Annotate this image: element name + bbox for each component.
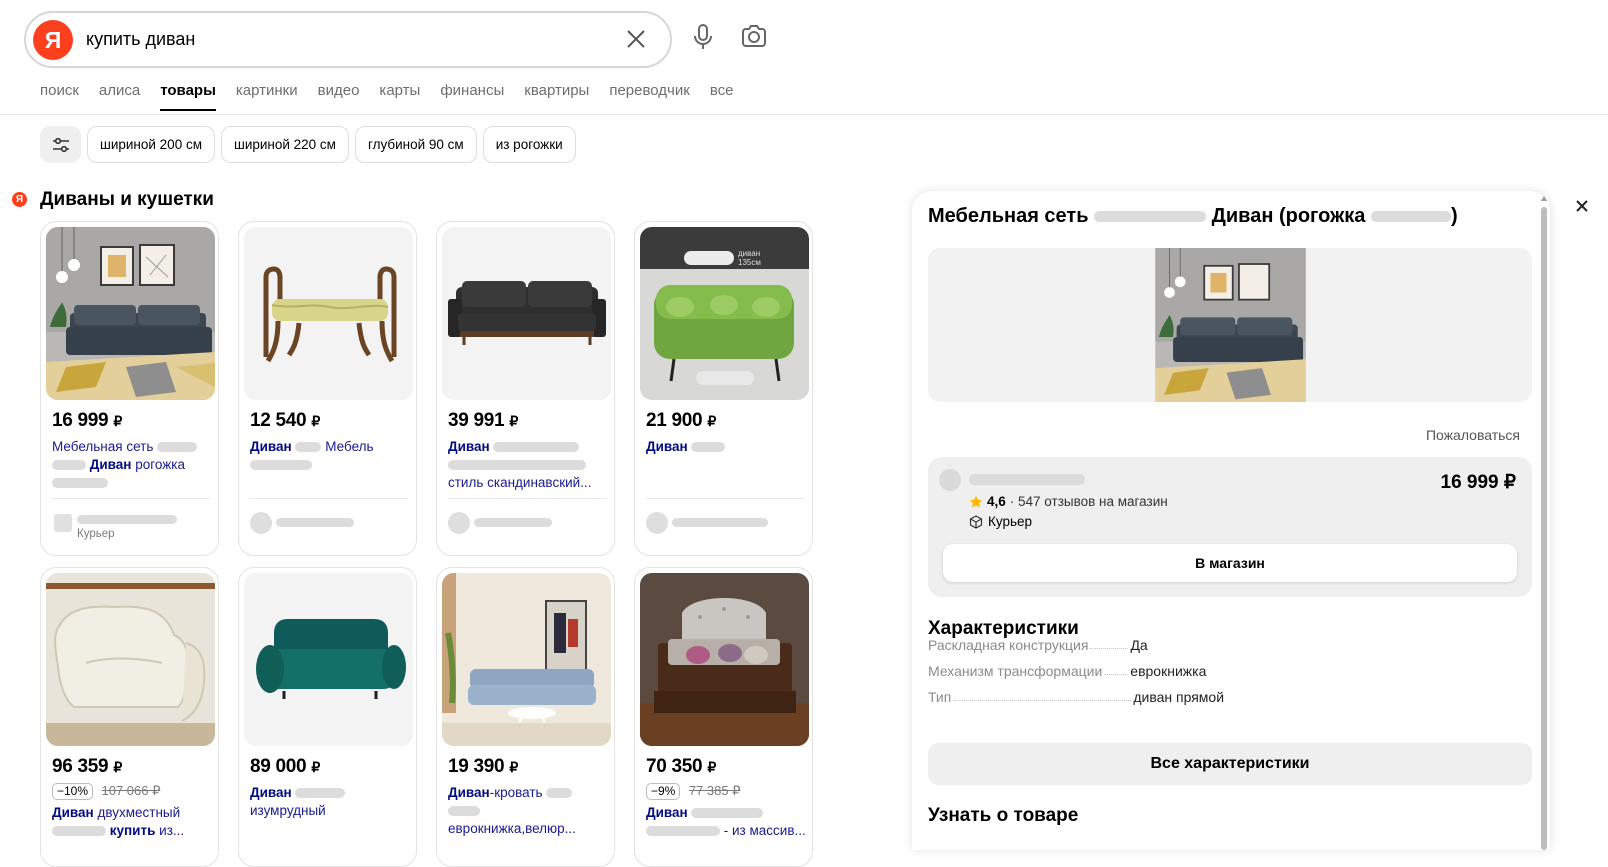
offer-price: 16 999 ₽ xyxy=(1440,472,1516,493)
yandex-mini-logo: Я xyxy=(12,192,27,207)
product-card[interactable]: 39 991 ₽ Диван стиль скандинавский... xyxy=(436,221,615,556)
product-image xyxy=(442,573,611,746)
tab-apartments[interactable]: квартиры xyxy=(524,82,589,111)
chip-width-220[interactable]: шириной 220 см xyxy=(220,126,349,163)
image-text: 135см xyxy=(738,258,761,267)
tab-goods[interactable]: товары xyxy=(160,82,216,111)
filters-button[interactable] xyxy=(40,126,81,163)
card-divider xyxy=(646,498,804,499)
product-image xyxy=(640,573,809,746)
product-price: 89 000 ₽ xyxy=(250,756,320,777)
delivery-info: Курьер xyxy=(969,514,1032,529)
complain-link[interactable]: Пожаловаться xyxy=(1426,427,1520,443)
filter-sliders-icon xyxy=(52,137,69,152)
product-card[interactable]: 96 359 ₽ −10% 107 066 ₽ Диван двухместны… xyxy=(40,567,219,867)
old-price: 77 385 ₽ xyxy=(688,783,741,798)
discount-badge: −9% xyxy=(646,783,681,800)
shop-info xyxy=(448,512,608,534)
product-image xyxy=(46,227,215,400)
tab-alisa[interactable]: алиса xyxy=(99,82,140,111)
product-title[interactable]: Диван двухместный купить из... xyxy=(52,804,217,840)
yandex-logo[interactable]: Я xyxy=(33,20,73,60)
tab-translator[interactable]: переводчик xyxy=(609,82,689,111)
close-icon xyxy=(1576,200,1588,212)
product-card[interactable]: 19 390 ₽ Диван-кровать еврокнижка,велюр.… xyxy=(436,567,615,867)
discount-row: −10% 107 066 ₽ xyxy=(52,782,160,800)
product-title[interactable]: Диван-кровать еврокнижка,велюр... xyxy=(448,784,613,838)
all-characteristics-button[interactable]: Все характеристики xyxy=(928,743,1532,785)
image-text: диван xyxy=(738,249,760,258)
product-card[interactable]: 16 999 ₽ Мебельная сеть Диван рогожка Ку… xyxy=(40,221,219,556)
search-input[interactable] xyxy=(86,29,556,50)
tab-finance[interactable]: финансы xyxy=(440,82,504,111)
camera-search-icon[interactable] xyxy=(739,22,769,52)
box-icon xyxy=(969,514,983,529)
shop-info xyxy=(646,512,806,534)
panel-title: Мебельная сеть Диван (рогожка ) xyxy=(928,205,1458,227)
offer-card: 16 999 ₽ 4,6 · 547 отзывов на магазин Кур… xyxy=(928,457,1532,597)
characteristic-row: Механизм трансформации еврокнижка xyxy=(928,663,1207,679)
discount-row: −9% 77 385 ₽ xyxy=(646,782,740,800)
product-title[interactable]: Диван изумрудный xyxy=(250,784,415,820)
product-title[interactable]: Диван xyxy=(646,438,811,456)
go-to-shop-button[interactable]: В магазин xyxy=(943,544,1517,582)
header-divider xyxy=(0,114,1608,115)
card-divider xyxy=(448,498,606,499)
star-icon xyxy=(969,495,983,507)
filter-chips: шириной 200 см шириной 220 см глубиной 9… xyxy=(40,126,576,163)
tab-images[interactable]: картинки xyxy=(236,82,298,111)
tab-video[interactable]: видео xyxy=(318,82,360,111)
product-image xyxy=(442,227,611,400)
shop-info: Курьер xyxy=(52,512,212,540)
chip-depth-90[interactable]: глубиной 90 см xyxy=(354,126,477,163)
microphone-icon[interactable] xyxy=(688,22,718,52)
shop-rating: 4,6 · 547 отзывов на магазин xyxy=(969,494,1168,509)
product-card[interactable]: 12 540 ₽ Диван Мебель xyxy=(238,221,417,556)
old-price: 107 066 ₽ xyxy=(101,783,161,798)
panel-product-image[interactable] xyxy=(928,248,1532,402)
product-price: 70 350 ₽ xyxy=(646,756,716,777)
tab-search[interactable]: поиск xyxy=(40,82,79,111)
clear-search-icon[interactable] xyxy=(624,27,648,51)
shop-info xyxy=(250,512,410,534)
product-image xyxy=(244,573,413,746)
chip-width-200[interactable]: шириной 200 см xyxy=(87,126,215,163)
product-price: 96 359 ₽ xyxy=(52,756,122,777)
product-card[interactable]: 89 000 ₽ Диван изумрудный xyxy=(238,567,417,867)
tab-maps[interactable]: карты xyxy=(379,82,420,111)
product-price: 16 999 ₽ xyxy=(52,410,122,431)
search-tabs: поиск алиса товары картинки видео карты … xyxy=(40,82,733,111)
card-divider xyxy=(250,498,408,499)
card-divider xyxy=(52,498,210,499)
discount-badge: −10% xyxy=(52,783,94,800)
product-detail-panel: Мебельная сеть Диван (рогожка ) Пожалова… xyxy=(912,191,1550,850)
panel-scrollbar[interactable] xyxy=(1540,191,1548,850)
product-price: 39 991 ₽ xyxy=(448,410,518,431)
product-image: диван 135см xyxy=(640,227,809,400)
shop-avatar xyxy=(939,469,961,491)
product-title[interactable]: Диван - из массив... xyxy=(646,804,811,840)
product-price: 12 540 ₽ xyxy=(250,410,320,431)
product-price: 21 900 ₽ xyxy=(646,410,716,431)
chip-burlap[interactable]: из рогожки xyxy=(482,126,576,163)
close-panel-button[interactable] xyxy=(1567,191,1597,221)
product-title[interactable]: Диван Мебель xyxy=(250,438,415,474)
product-price: 19 390 ₽ xyxy=(448,756,518,777)
product-card[interactable]: 70 350 ₽ −9% 77 385 ₽ Диван - из массив.… xyxy=(634,567,813,867)
section-title: Диваны и кушетки xyxy=(40,189,214,210)
characteristic-row: Раскладная конструкция Да xyxy=(928,637,1148,653)
product-image xyxy=(244,227,413,400)
characteristic-row: Тип диван прямой xyxy=(928,689,1225,705)
product-title[interactable]: Диван стиль скандинавский... xyxy=(448,438,613,492)
learn-about-product-title: Узнать о товаре xyxy=(928,805,1079,826)
product-image xyxy=(46,573,215,746)
search-bar[interactable]: Я xyxy=(24,11,672,68)
product-card[interactable]: диван 135см 21 900 ₽ Диван xyxy=(634,221,813,556)
product-title[interactable]: Мебельная сеть Диван рогожка xyxy=(52,438,217,492)
tab-all[interactable]: все xyxy=(710,82,734,111)
